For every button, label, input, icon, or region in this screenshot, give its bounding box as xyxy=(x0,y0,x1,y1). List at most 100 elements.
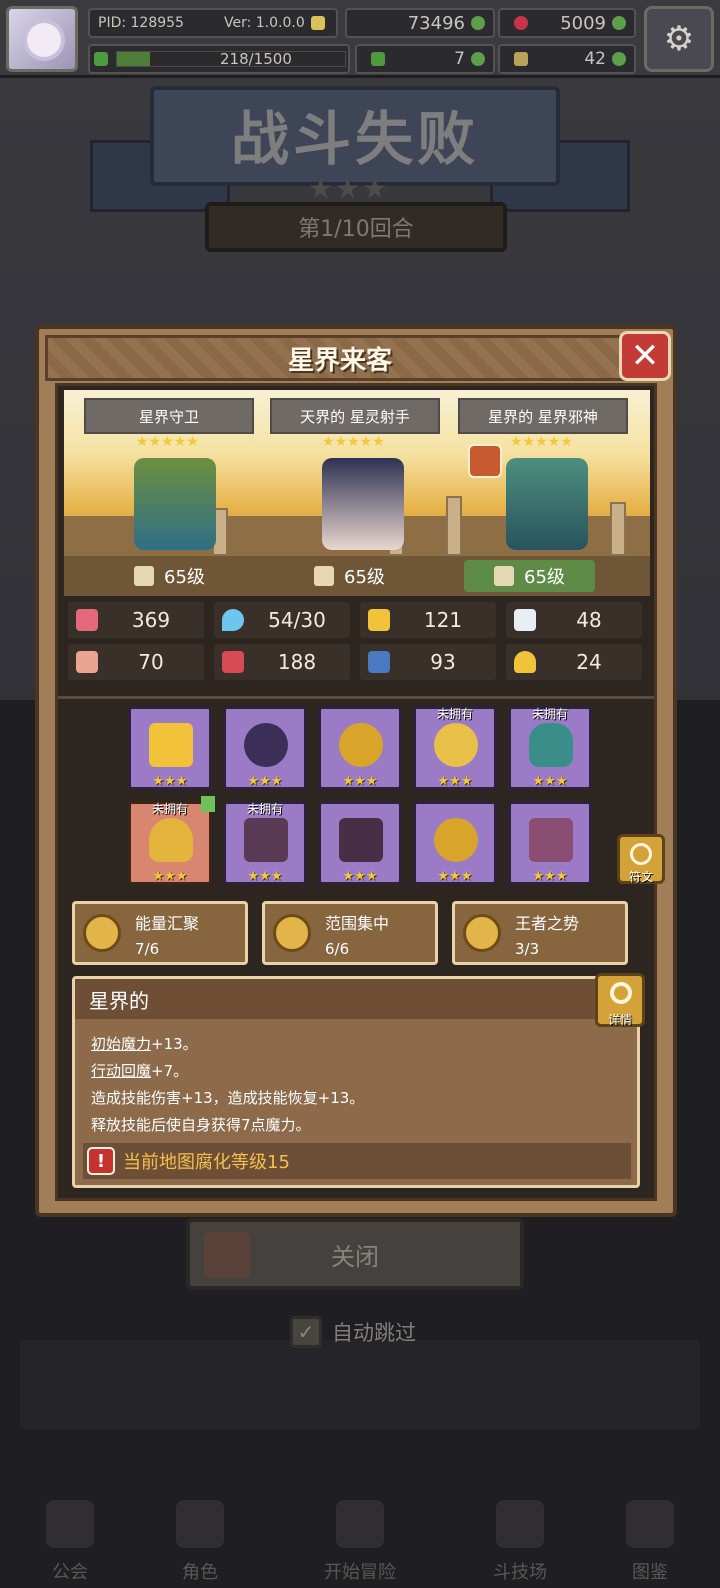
mana-drop-icon xyxy=(222,609,244,631)
detail-button[interactable]: 详情 xyxy=(595,973,645,1027)
orb-icon xyxy=(244,723,288,767)
shield-icon xyxy=(368,609,390,631)
currency-gem[interactable]: 5009 xyxy=(498,8,636,38)
experience-box: 218/1500 xyxy=(88,44,350,74)
stat-luck: 24 xyxy=(506,644,642,680)
equip-slot-staff[interactable]: ★★★ xyxy=(128,706,212,790)
gem-amount: 5009 xyxy=(560,12,606,34)
clover-icon xyxy=(371,52,385,66)
key-amount: 42 xyxy=(584,49,606,69)
robe-icon xyxy=(244,818,288,862)
stat-hp: 369 xyxy=(68,602,204,638)
experience-fill xyxy=(117,52,151,66)
settings-gear-icon[interactable]: ⚙ xyxy=(644,6,714,72)
equip-stars: ★★★ xyxy=(532,774,568,789)
hat-icon xyxy=(149,818,193,862)
description-line: 造成技能伤害+13，造成技能恢复+13。 xyxy=(91,1089,365,1107)
hero-sprite-evil-god[interactable] xyxy=(506,458,588,550)
description-value: +13。 xyxy=(151,1035,198,1053)
warning-text: 当前地图腐化等级15 xyxy=(123,1152,290,1173)
not-owned-label: 未拥有 xyxy=(436,707,473,721)
equip-stars: ★★★ xyxy=(152,869,188,884)
stat-value: 48 xyxy=(576,608,602,632)
bracelet-icon xyxy=(434,818,478,862)
ruby-icon xyxy=(514,16,528,30)
equip-slot-orb[interactable]: ★★★ xyxy=(223,706,307,790)
rune-label: 符文 xyxy=(628,870,653,884)
set-progress: 6/6 xyxy=(325,940,350,958)
hero-level-3[interactable]: 65级 xyxy=(464,560,595,592)
experience-text: 218/1500 xyxy=(220,50,292,68)
detail-label: 详情 xyxy=(607,1013,632,1027)
hero-scene: 星界守卫 天界的 星灵射手 星界的 星界邪神 ★★★★★ ★★★★★ ★★★★★ xyxy=(64,390,650,556)
stat-magic: 188 xyxy=(214,644,350,680)
stat-value: 93 xyxy=(430,650,456,674)
section-divider xyxy=(58,696,654,699)
set-name: 王者之势 xyxy=(515,914,580,933)
stat-magic-defense: 93 xyxy=(360,644,496,680)
equip-slot-necklace[interactable]: ★★★ xyxy=(318,706,402,790)
term-link[interactable]: 行动回魔 xyxy=(91,1062,151,1080)
currency-key[interactable]: 42 xyxy=(498,44,636,74)
fence-post xyxy=(446,496,462,556)
equip-slot-hat[interactable]: 未拥有 ★★★ xyxy=(128,796,215,885)
coupon-icon xyxy=(310,16,325,30)
wing-icon xyxy=(514,609,536,631)
boots-icon xyxy=(529,818,573,862)
description-lines: 初始魔力+13。 行动回魔+7。 造成技能伤害+13，造成技能恢复+13。 释放… xyxy=(91,1031,364,1139)
currency-clover[interactable]: 7 xyxy=(355,44,495,74)
rune-button[interactable]: 符文 xyxy=(617,834,665,884)
plus-icon xyxy=(471,16,485,30)
equip-slot-boots[interactable]: ★★★ xyxy=(508,801,592,885)
description-value: +7。 xyxy=(151,1062,189,1080)
set-crown-icon xyxy=(463,914,501,952)
stat-value: 188 xyxy=(277,650,317,674)
staff-icon xyxy=(494,566,514,586)
description-line: 释放技能后使自身获得7点魔力。 xyxy=(91,1116,311,1134)
magic-shield-icon xyxy=(368,651,390,673)
stat-attack: 70 xyxy=(68,644,204,680)
hero-sprite-guardian[interactable] xyxy=(134,458,216,550)
clover-amount: 7 xyxy=(454,49,465,69)
hero-sprite-archer[interactable] xyxy=(322,458,404,550)
ring-icon xyxy=(529,723,573,767)
currency-gold[interactable]: 73496 xyxy=(345,8,495,38)
magnifier-icon xyxy=(610,982,632,1004)
hero-level-1[interactable]: 65级 xyxy=(134,560,205,592)
dialog-header: 星界来客 xyxy=(45,335,635,381)
equip-stars: ★★★ xyxy=(247,869,283,884)
set-coin-icon xyxy=(273,914,311,952)
top-hud: PID: 128955 Ver: 1.0.0.0 73496 5009 218/… xyxy=(0,0,720,78)
player-avatar[interactable] xyxy=(6,6,78,72)
book-icon xyxy=(314,566,334,586)
hero-name-1: 星界守卫 xyxy=(84,398,254,434)
equip-slot-bracelet[interactable]: ★★★ xyxy=(413,801,497,885)
set-bonus-2[interactable]: 范围集中 6/6 xyxy=(262,901,438,965)
team-detail-dialog: 星界来客 ✕ 星界守卫 天界的 星灵射手 星界的 星界邪神 ★★★★★ ★★★★… xyxy=(35,325,677,1217)
stat-mana: 54/30 xyxy=(214,602,350,638)
dialog-title: 星界来客 xyxy=(287,345,392,376)
dialog-close-icon[interactable]: ✕ xyxy=(619,331,671,381)
hero-level-2[interactable]: 65级 xyxy=(314,560,385,592)
stat-value: 369 xyxy=(131,608,171,632)
equip-slot-emblem[interactable]: 未拥有 ★★★ xyxy=(413,706,497,790)
equip-stars: ★★★ xyxy=(532,869,568,884)
equip-stars: ★★★ xyxy=(437,774,473,789)
emblem-icon xyxy=(434,723,478,767)
equip-slot-robe[interactable]: 未拥有 ★★★ xyxy=(223,801,307,885)
equip-slot-glove[interactable]: ★★★ xyxy=(318,801,402,885)
hero-stars-1: ★★★★★ xyxy=(136,434,199,450)
equip-slot-ring[interactable]: 未拥有 ★★★ xyxy=(508,706,592,790)
set-progress: 7/6 xyxy=(135,940,160,958)
set-bonus-1[interactable]: 能量汇聚 7/6 xyxy=(72,901,248,965)
set-progress: 3/3 xyxy=(515,940,540,958)
equip-stars: ★★★ xyxy=(152,774,188,789)
bonus-description-panel: 星界的 详情 初始魔力+13。 行动回魔+7。 造成技能伤害+13，造成技能恢复… xyxy=(72,973,645,1188)
equip-stars: ★★★ xyxy=(437,869,473,884)
fist-icon xyxy=(76,651,98,673)
leader-badge-icon xyxy=(468,444,502,478)
hero-level-text: 65级 xyxy=(164,567,205,588)
set-bonus-3[interactable]: 王者之势 3/3 xyxy=(452,901,628,965)
term-link[interactable]: 初始魔力 xyxy=(91,1035,151,1053)
set-name: 能量汇聚 xyxy=(135,914,200,933)
